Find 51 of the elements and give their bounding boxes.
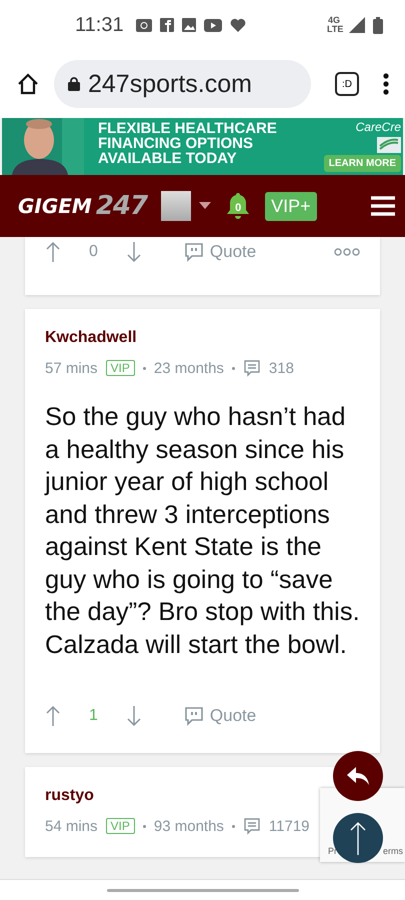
post-count: 318 bbox=[268, 360, 294, 376]
author-link[interactable]: Kwchadwell bbox=[45, 329, 137, 347]
vote-count: 0 bbox=[89, 243, 98, 261]
radio-icon bbox=[136, 18, 152, 32]
menu-icon[interactable] bbox=[383, 73, 389, 95]
speech-bubble-icon bbox=[184, 706, 204, 726]
up-arrow-icon bbox=[350, 821, 366, 855]
upvote-icon[interactable] bbox=[45, 705, 61, 727]
vip-badge: VIP bbox=[106, 360, 135, 376]
caret-icon[interactable] bbox=[199, 202, 212, 210]
downvote-icon[interactable] bbox=[126, 705, 142, 727]
clock: 11:31 bbox=[75, 14, 124, 36]
author-link[interactable]: rustyo bbox=[45, 787, 94, 805]
member-tenure: 23 months bbox=[154, 360, 224, 376]
privacy-link[interactable]: Pr bbox=[328, 846, 337, 856]
upvote-icon[interactable] bbox=[45, 241, 61, 263]
image-icon bbox=[182, 18, 196, 32]
address-bar[interactable]: 247sports.com bbox=[54, 60, 311, 108]
terms-link[interactable]: erms bbox=[383, 846, 403, 856]
quote-button[interactable]: Quote bbox=[184, 706, 256, 726]
post-time: 54 mins bbox=[45, 818, 98, 834]
ad-headline: FLEXIBLE HEALTHCARE FINANCING OPTIONS AVAILABLE TODAY bbox=[97, 119, 278, 169]
member-tenure: 93 months bbox=[154, 818, 224, 834]
battery-icon bbox=[373, 16, 383, 34]
speech-bubble-icon bbox=[184, 242, 204, 262]
network-type: 4G LTE bbox=[327, 16, 341, 34]
ad-brand: CareCre bbox=[356, 120, 401, 134]
facebook-icon bbox=[160, 18, 174, 32]
vote-count: 1 bbox=[89, 707, 98, 725]
downvote-icon[interactable] bbox=[126, 241, 142, 263]
tab-switcher-button[interactable]: :D bbox=[335, 72, 359, 96]
menu-icon[interactable] bbox=[371, 196, 395, 216]
post-text: So the guy who hasn’t had a healthy season since his junior year of high school and threw 3 interceptions against Kent State is the guy who is going to “save the day”? Bro stop with this. Calzada will start the bowl. bbox=[45, 402, 360, 660]
vip-badge: VIP bbox=[106, 818, 135, 834]
avatar[interactable] bbox=[161, 191, 192, 221]
posts-icon bbox=[242, 359, 261, 377]
home-indicator[interactable] bbox=[106, 888, 298, 892]
lock-icon bbox=[68, 77, 80, 91]
site-logo[interactable]: GIGEM 247 bbox=[18, 191, 148, 221]
posts-icon bbox=[242, 817, 261, 835]
heart-icon bbox=[230, 18, 246, 32]
reply-arrow-icon bbox=[347, 767, 369, 785]
logo-icon bbox=[377, 136, 401, 152]
advertisement-banner[interactable]: FLEXIBLE HEALTHCARE FINANCING OPTIONS AVAILABLE TODAY CareCre LEARN MORE bbox=[2, 118, 403, 175]
post-time: 57 mins bbox=[45, 360, 98, 376]
more-icon[interactable] bbox=[334, 247, 360, 257]
signal-icon bbox=[349, 17, 365, 33]
home-icon[interactable] bbox=[16, 72, 40, 96]
post-count: 11719 bbox=[268, 818, 310, 834]
video-icon bbox=[204, 18, 222, 32]
quote-button[interactable]: Quote bbox=[184, 242, 256, 262]
